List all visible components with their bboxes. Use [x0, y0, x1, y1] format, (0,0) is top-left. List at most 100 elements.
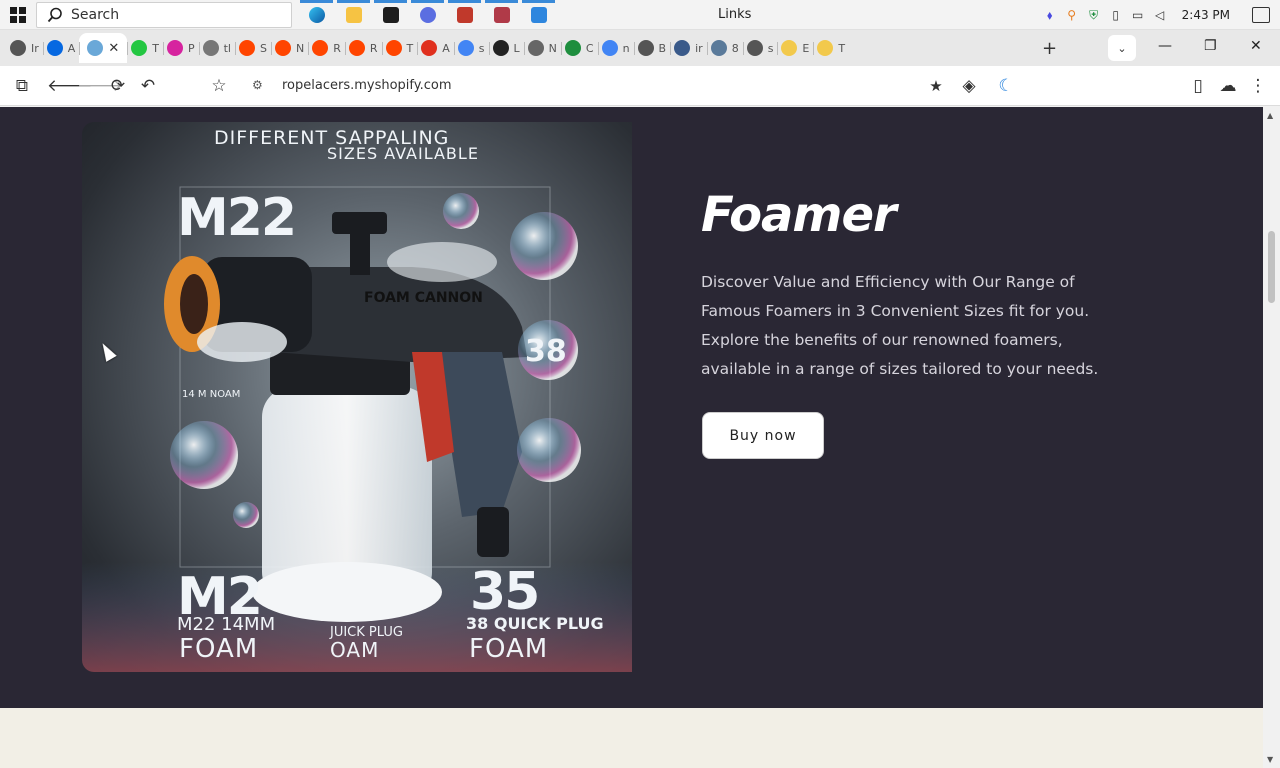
browser-tab[interactable]: tl [198, 33, 235, 63]
tab-actions-icon[interactable]: ⧉ [11, 76, 33, 96]
browser-tab[interactable]: L [488, 33, 524, 63]
browser-tab[interactable]: N [270, 33, 308, 63]
buy-now-button[interactable]: Buy now [702, 412, 824, 459]
browser-tab[interactable]: ✕ [79, 33, 128, 63]
tab-title: s [478, 41, 485, 55]
tray-network-icon[interactable]: ▭ [1130, 7, 1146, 23]
tab-title: N [295, 41, 305, 55]
monitor-icon [493, 6, 510, 23]
taskbar-file-explorer-app[interactable] [335, 0, 372, 30]
browser-tab[interactable]: s [453, 33, 489, 63]
tab-title: n [622, 41, 630, 55]
browser-tab[interactable]: Ir [6, 33, 43, 63]
image-foam-label-2: OAM [330, 638, 380, 662]
tab-favicon-icon [601, 40, 618, 56]
browser-tab[interactable]: s [742, 33, 778, 63]
tab-favicon-icon [274, 40, 291, 56]
taskbar-edge-app[interactable] [298, 0, 335, 30]
taskbar-clock[interactable]: 2:43 PM [1182, 8, 1230, 22]
undo-icon[interactable]: ↶ [137, 76, 159, 96]
browser-tab-strip: Ir A ✕ T Ptl S N R R T As L N Cn Bir 8 s E T + ⌄ — ❐ ✕ [0, 30, 1280, 66]
tab-favicon-icon [564, 40, 581, 56]
tab-favicon-icon [46, 40, 63, 56]
tab-close-icon[interactable]: ✕ [108, 41, 119, 56]
minimize-button[interactable]: — [1158, 38, 1172, 54]
browser-tab[interactable]: T [381, 33, 418, 63]
browser-tab[interactable]: A [417, 33, 454, 63]
browser-tab[interactable]: T [127, 33, 163, 63]
restore-button[interactable]: ❐ [1204, 38, 1217, 54]
browser-tab[interactable]: ir [670, 33, 707, 63]
browser-tab[interactable]: A [42, 33, 80, 63]
browser-tab[interactable]: P [162, 33, 199, 63]
scrollbar-thumb[interactable] [1268, 231, 1275, 303]
folder-icon [345, 6, 362, 23]
taskbar-search-box[interactable]: Search [36, 1, 292, 28]
site-info-icon[interactable]: ⚙ [252, 78, 263, 92]
browser-tab[interactable]: R [308, 33, 345, 63]
terminal-icon [382, 6, 399, 23]
forward-arrow-icon[interactable]: 🡒 [77, 76, 123, 96]
tab-favicon-icon [637, 40, 654, 56]
menu-kebab-icon[interactable]: ⋮ [1247, 76, 1269, 96]
tab-favicon-icon [746, 40, 763, 56]
upload-cloud-icon[interactable]: ☁ [1217, 76, 1239, 96]
close-window-button[interactable]: ✕ [1250, 38, 1262, 54]
sidebar-toggle-icon[interactable]: ▯ [1187, 76, 1209, 96]
product-description: Discover Value and Efficiency with Our R… [701, 273, 1099, 378]
tab-title: R [333, 41, 341, 55]
search-icon [47, 7, 62, 22]
new-tab-button[interactable]: + [1042, 38, 1057, 59]
browser-tab[interactable]: S [234, 33, 271, 63]
scroll-down-arrow-icon[interactable]: ▼ [1267, 755, 1273, 764]
browser-tab[interactable]: B [633, 33, 671, 63]
favorites-star-icon[interactable]: ☆ [208, 76, 230, 96]
notifications-icon[interactable] [1252, 7, 1270, 23]
dark-mode-moon-icon[interactable]: ☾ [995, 76, 1017, 96]
tab-title: R [369, 41, 378, 55]
tray-shield-icon[interactable]: ⛨ [1086, 7, 1102, 23]
start-button[interactable] [0, 0, 36, 30]
address-bar-url[interactable]: ropelacers.myshopify.com [282, 78, 452, 93]
taskbar-app-5[interactable] [446, 0, 483, 30]
tray-search-icon[interactable]: ⚲ [1064, 7, 1080, 23]
tab-title: A [67, 41, 76, 55]
image-foam-label-1: FOAM [179, 634, 259, 664]
tab-favicon-icon [492, 40, 509, 56]
browser-tab[interactable]: N [523, 33, 561, 63]
tab-favicon-icon [238, 40, 255, 56]
image-35-label: 35 [470, 562, 540, 622]
tab-title: P [187, 41, 195, 55]
taskbar-app-6[interactable] [483, 0, 520, 30]
tab-title: s [767, 41, 774, 55]
taskbar-app-4[interactable] [409, 0, 446, 30]
bookmark-star-icon[interactable]: ★ [925, 76, 947, 96]
browser-tab[interactable]: 8 [706, 33, 743, 63]
browser-tab[interactable]: n [597, 33, 634, 63]
image-38-quick-plug-label: 38 QUICK PLUG [466, 614, 604, 633]
tab-favicon-icon [202, 40, 219, 56]
tab-title: L [513, 41, 520, 55]
tab-favicon-icon [312, 40, 329, 56]
browser-tab[interactable]: T [813, 33, 849, 63]
refresh-icon[interactable]: ⟳ [107, 76, 129, 96]
tab-title: B [658, 41, 667, 55]
tab-favicon-icon [385, 40, 402, 56]
windows-logo-icon [10, 6, 26, 23]
tab-favicon-icon [10, 40, 26, 56]
browser-tab[interactable]: E [777, 33, 813, 63]
tray-app-icon[interactable]: ⬧ [1042, 7, 1058, 23]
tab-list: Ir A ✕ T Ptl S N R R T As L N Cn Bir 8 s E T [6, 30, 849, 66]
browser-tab[interactable]: C [560, 33, 598, 63]
taskbar-terminal-app[interactable] [372, 0, 409, 30]
taskbar-app-7[interactable] [520, 0, 557, 30]
extension-icon[interactable]: ◈ [958, 76, 980, 96]
tab-search-button[interactable]: ⌄ [1108, 35, 1136, 61]
browser-tab[interactable]: R [344, 33, 382, 63]
page-scrollbar[interactable]: ▲ ▼ [1263, 107, 1280, 768]
system-tray: ⬧ ⚲ ⛨ ▯ ▭ ◁ 2:43 PM [1042, 0, 1280, 30]
tray-volume-muted-icon[interactable]: ◁ [1152, 7, 1168, 23]
scroll-up-arrow-icon[interactable]: ▲ [1267, 111, 1273, 120]
tray-battery-icon[interactable]: ▯ [1108, 7, 1124, 23]
back-arrow-icon[interactable]: 🡐 [47, 76, 93, 96]
